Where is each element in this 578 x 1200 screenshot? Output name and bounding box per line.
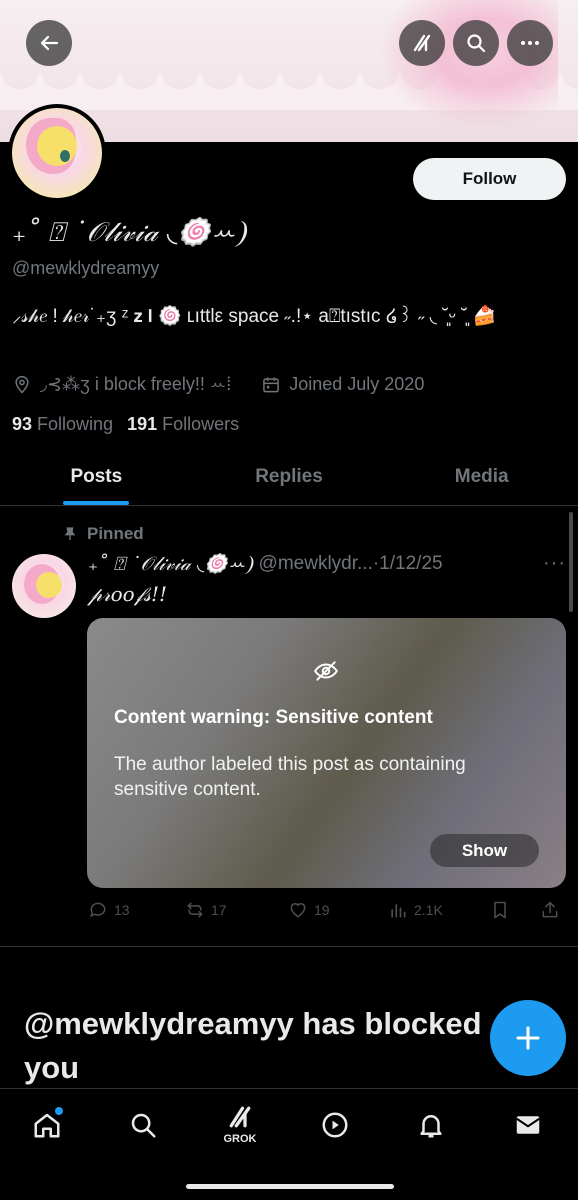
back-button[interactable] (26, 20, 72, 66)
compose-post-button[interactable] (490, 1000, 566, 1076)
heart-icon (290, 903, 306, 918)
content-warning-title: Content warning: Sensitive content (114, 707, 433, 728)
nav-videos[interactable] (315, 1105, 355, 1145)
bookmark-button[interactable] (490, 900, 516, 920)
repost-count: 17 (211, 902, 227, 918)
search-icon (131, 1113, 156, 1138)
grok-label: GROK (223, 1133, 257, 1145)
tab-posts[interactable]: Posts (0, 448, 193, 505)
repost-button[interactable]: 17 (185, 900, 227, 920)
nav-home[interactable] (27, 1105, 67, 1145)
search-icon (467, 34, 486, 53)
following-label: Following (37, 414, 114, 434)
notification-dot (55, 1107, 63, 1115)
grok-icon (229, 1106, 251, 1128)
share-icon (542, 901, 558, 918)
post-header: ₊˚ ⍰ ˙𝒪𝓁𝒾𝓋𝒾𝒶 ◟🍥ꕀ❩ @mewklydr...·1/12/25 (88, 552, 568, 576)
pin-icon (64, 527, 76, 540)
grok-button[interactable] (399, 20, 445, 66)
blocked-message: @mewklydreamyy has blocked you (24, 1006, 482, 1085)
more-options-button[interactable] (507, 20, 553, 66)
play-circle-icon (322, 1112, 348, 1138)
reply-button[interactable]: 13 (88, 900, 130, 920)
post-actions: 13 17 19 2.1K (88, 900, 568, 924)
profile-meta: ◞⊰⁂ʒ i block freely!! ꕀ⁞ Joined July 202… (12, 374, 424, 395)
profile-location: ◞⊰⁂ʒ i block freely!! ꕀ⁞ (12, 374, 231, 395)
post-author-handle-date: @mewklydr...·1/12/25 (258, 552, 443, 574)
nav-explore[interactable] (123, 1105, 163, 1145)
pinned-text: Pinned (87, 524, 144, 543)
arrow-left-icon (40, 35, 59, 51)
bookmark-icon (494, 901, 506, 919)
profile-display-name: ₊˚ ⍰ ˙𝒪𝓁𝒾𝓋𝒾𝒶 ◟🍥ꕀ❩ (12, 217, 246, 248)
calendar-icon (263, 377, 280, 392)
nav-grok[interactable] (220, 1097, 260, 1137)
reply-icon (90, 902, 106, 918)
post-author-avatar[interactable] (12, 554, 76, 618)
scrollbar[interactable] (569, 512, 573, 612)
plus-icon (516, 1026, 540, 1050)
post-more-button[interactable]: ··· (543, 552, 566, 575)
follow-button[interactable]: Follow (413, 158, 566, 200)
profile-avatar[interactable] (8, 104, 106, 202)
content-warning-body: The author labeled this post as containi… (114, 754, 466, 800)
show-content-button[interactable]: Show (430, 834, 539, 867)
reply-count: 13 (114, 902, 130, 918)
following-count: 93 (12, 414, 33, 434)
profile-handle: @mewklydreamyy (12, 258, 160, 278)
location-text: ◞⊰⁂ʒ i block freely!! ꕀ⁞ (40, 374, 232, 394)
views-button[interactable]: 2.1K (388, 900, 443, 920)
pinned-label: Pinned (62, 524, 144, 544)
views-count: 2.1K (414, 902, 443, 918)
tab-media[interactable]: Media (385, 448, 578, 505)
more-horizontal-icon (521, 41, 539, 45)
following-link[interactable]: 93 Following (12, 414, 113, 435)
share-button[interactable] (540, 900, 566, 920)
home-indicator[interactable] (186, 1184, 394, 1189)
nav-messages[interactable] (508, 1105, 548, 1145)
tab-replies[interactable]: Replies (193, 448, 386, 505)
followers-link[interactable]: 191 Followers (127, 414, 239, 435)
joined-text: Joined July 2020 (289, 374, 425, 394)
nav-notifications[interactable] (411, 1105, 451, 1145)
envelope-icon (516, 1116, 540, 1134)
avatar-image (12, 108, 102, 198)
profile-bio: ⸝𝓈𝒽𝑒 ! 𝒽𝑒𝓇˙₊ʒ ᶻ 𝘇 𝗹 🍥 ʟıttlε space ˶.!⋆ … (12, 306, 497, 327)
profile-joined: Joined July 2020 (261, 374, 424, 395)
profile-tabs: Posts Replies Media (0, 448, 578, 506)
grok-icon (413, 34, 431, 52)
content-warning-card: Content warning: Sensitive content The a… (87, 618, 566, 888)
views-chart-icon (391, 904, 406, 918)
post-author-name[interactable]: ₊˚ ⍰ ˙𝒪𝓁𝒾𝓋𝒾𝒶 ◟🍥ꕀ❩ (88, 552, 253, 575)
post-text: 𝓅𝓇𝑜𝑜𝒻𝓈!! (88, 582, 168, 606)
post-divider (0, 946, 578, 947)
like-count: 19 (314, 902, 330, 918)
search-button[interactable] (453, 20, 499, 66)
bell-icon (420, 1115, 442, 1138)
repost-icon (187, 902, 203, 918)
location-pin-icon (15, 375, 29, 394)
eye-off-icon (314, 661, 338, 681)
like-button[interactable]: 19 (288, 900, 330, 920)
followers-count: 191 (127, 414, 158, 434)
follow-stats: 93 Following 191 Followers (12, 414, 239, 435)
followers-label: Followers (162, 414, 240, 434)
